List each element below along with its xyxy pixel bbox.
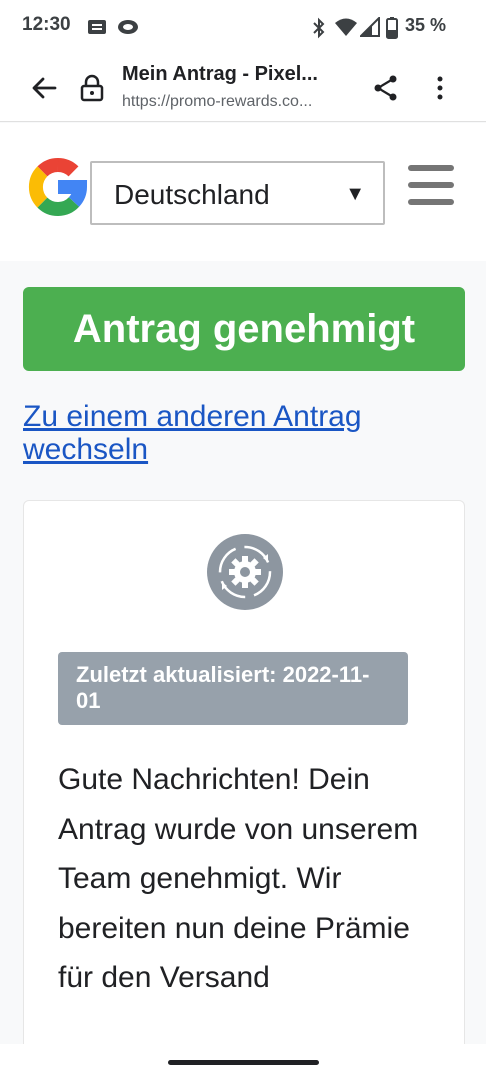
system-nav-bar (0, 1044, 486, 1080)
bluetooth-icon (313, 17, 325, 39)
status-banner: Antrag genehmigt (23, 287, 465, 371)
sim-card-icon (88, 20, 106, 34)
country-select[interactable]: Deutschland ▼ (90, 161, 385, 225)
status-message: Gute Nachrichten! Dein Antrag wurde von … (58, 763, 419, 994)
wifi-icon (335, 18, 357, 36)
more-vert-icon[interactable] (428, 74, 452, 102)
switch-claim-link[interactable]: Zu einem anderen Antrag wechseln (23, 400, 443, 466)
hamburger-menu-icon[interactable] (408, 165, 454, 209)
status-bar: 12:30 35 % (0, 0, 486, 52)
country-selected-value: Deutschland (114, 179, 270, 210)
site-header: Deutschland ▼ (0, 123, 486, 261)
home-gesture-handle[interactable] (168, 1060, 319, 1065)
battery-icon (386, 17, 398, 39)
status-card: Zuletzt aktualisiert: 2022-11-01 Gute Na… (23, 500, 465, 1080)
lock-icon[interactable] (80, 74, 104, 102)
cloud-icon (118, 20, 138, 34)
page-url[interactable]: https://promo-rewards.co... (122, 93, 362, 111)
dropdown-arrow-icon: ▼ (345, 183, 365, 205)
gear-sync-icon (207, 534, 283, 610)
last-updated-badge: Zuletzt aktualisiert: 2022-11-01 (58, 652, 408, 725)
battery-percentage: 35 % (404, 15, 446, 35)
browser-toolbar: Mein Antrag - Pixel... https://promo-rew… (0, 52, 486, 122)
signal-icon (360, 17, 380, 37)
google-logo-icon (28, 157, 88, 216)
back-arrow-icon[interactable] (30, 74, 58, 102)
page-title: Mein Antrag - Pixel... (122, 63, 318, 85)
status-time: 12:30 (22, 14, 71, 35)
share-icon[interactable] (372, 74, 400, 102)
